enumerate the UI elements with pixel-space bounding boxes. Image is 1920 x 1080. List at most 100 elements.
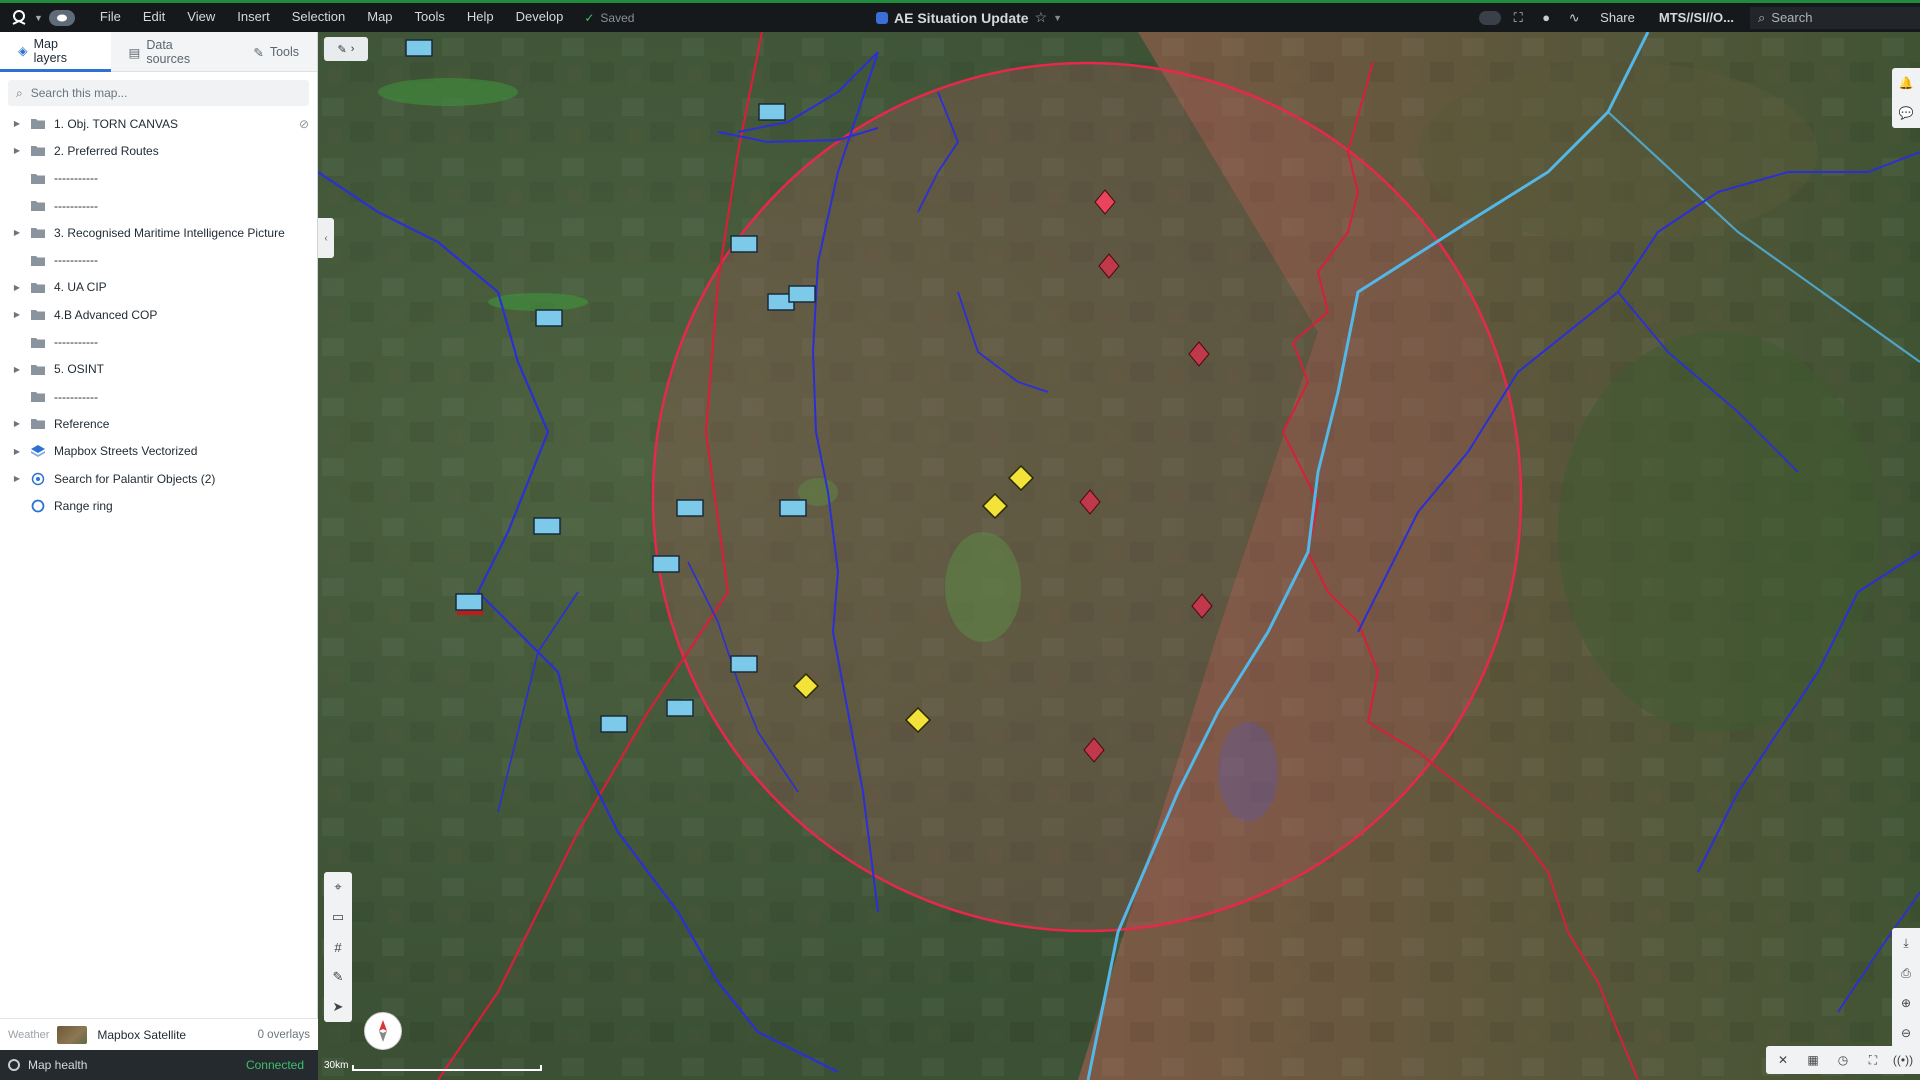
wrench-icon: ✎ — [253, 45, 264, 60]
classification-banner[interactable]: MTS//SI//O... — [1647, 10, 1746, 25]
selection-tool-button[interactable]: ✎ › — [324, 37, 368, 61]
comments-icon[interactable]: 💬 — [1892, 98, 1920, 128]
broadcast-icon[interactable]: ((•)) — [1890, 1048, 1916, 1072]
menu-selection[interactable]: Selection — [281, 2, 356, 34]
screenshot-icon[interactable]: ⛶ — [1504, 6, 1532, 30]
expand-chevron-icon[interactable]: ▶ — [10, 310, 24, 319]
export-icon[interactable]: ⤓ — [1892, 928, 1920, 958]
object-search-icon — [30, 472, 46, 486]
layer-item[interactable]: ----------- — [0, 246, 317, 273]
layer-item[interactable]: ▶ Reference — [0, 410, 317, 437]
layer-item[interactable]: ▶ 5. OSINT — [0, 356, 317, 383]
map-bottom-toolbar: ✕ ▦ ◷ ⛶ ((•)) — [1766, 1046, 1920, 1074]
fullscreen-icon[interactable]: ⛶ — [1860, 1048, 1886, 1072]
layer-label: 2. Preferred Routes — [54, 143, 159, 158]
zoom-out-icon[interactable]: ⊖ — [1892, 1018, 1920, 1048]
palantir-logo-icon[interactable] — [6, 5, 32, 31]
document-title[interactable]: AE Situation Update — [894, 10, 1029, 26]
map-imagery[interactable] — [318, 32, 1920, 1080]
star-icon[interactable]: ☆ — [1035, 9, 1048, 26]
menu-tools[interactable]: Tools — [404, 2, 456, 34]
folder-icon — [30, 173, 46, 184]
clock-icon[interactable]: ◷ — [1830, 1048, 1856, 1072]
layer-item[interactable]: ▶ Mapbox Streets Vectorized — [0, 438, 317, 465]
map-health-bar[interactable]: Map health Connected — [0, 1050, 318, 1080]
scale-label: 30km — [324, 1060, 349, 1071]
health-icon — [8, 1059, 20, 1071]
zoom-in-icon[interactable]: ⊕ — [1892, 988, 1920, 1018]
expand-chevron-icon[interactable]: ▶ — [10, 228, 24, 237]
tab-map-layers-label: Map layers — [33, 36, 67, 65]
compass-icon[interactable] — [364, 1012, 402, 1050]
layer-item[interactable]: ▶ 1. Obj. TORN CANVAS ⊘ — [0, 110, 317, 137]
sidebar-tabs: ◈ Map layers ▤ Data sources ✎ Tools — [0, 32, 317, 72]
notifications-icon[interactable]: 🔔 — [1892, 68, 1920, 98]
expand-chevron-icon[interactable]: ▶ — [10, 146, 24, 155]
layer-label: Search for Palantir Objects (2) — [54, 471, 216, 486]
folder-icon — [30, 282, 46, 293]
layer-label: Reference — [54, 416, 110, 431]
menu-edit[interactable]: Edit — [132, 2, 176, 34]
info-icon[interactable]: ● — [1532, 6, 1560, 30]
send-icon[interactable]: ➤ — [324, 992, 352, 1022]
draw-icon[interactable]: ✎ — [324, 962, 352, 992]
app-type-icon[interactable] — [48, 9, 75, 26]
search-icon: ⌕ — [16, 85, 23, 100]
menu-view[interactable]: View — [176, 2, 226, 34]
menu-develop[interactable]: Develop — [505, 2, 575, 34]
layer-item[interactable]: ▶ 4.B Advanced COP — [0, 301, 317, 328]
grid-icon[interactable]: # — [324, 932, 352, 962]
layer-item[interactable]: Range ring — [0, 492, 317, 519]
right-toolbar-top: 🔔 💬 — [1892, 68, 1920, 128]
layer-item[interactable]: ----------- — [0, 383, 317, 410]
overlays-count[interactable]: 0 overlays — [258, 1029, 310, 1041]
basemap-thumbnail[interactable] — [57, 1025, 88, 1044]
global-search-placeholder: Search — [1771, 10, 1813, 25]
app-switcher-chevron-icon[interactable]: ▼ — [34, 13, 43, 23]
measure-icon[interactable]: ✕ — [1770, 1048, 1796, 1072]
map-canvas[interactable]: 🔔 💬 ⤓ ⎙ ⊕ ⊖ — [318, 32, 1920, 1080]
tab-tools-label: Tools — [269, 45, 299, 59]
layer-item[interactable]: ▶ 4. UA CIP — [0, 274, 317, 301]
save-status: ✓ Saved — [584, 11, 634, 25]
tab-map-layers[interactable]: ◈ Map layers — [0, 32, 111, 72]
expand-chevron-icon[interactable]: ▶ — [10, 365, 24, 374]
layer-search-input[interactable]: ⌕ Search this map... — [8, 80, 309, 106]
layer-item[interactable]: ▶ 3. Recognised Maritime Intelligence Pic… — [0, 219, 317, 246]
layer-item[interactable]: ----------- — [0, 192, 317, 219]
folder-icon — [30, 391, 46, 403]
layer-label: Range ring — [54, 498, 113, 513]
menu-map[interactable]: Map — [356, 2, 403, 34]
expand-chevron-icon[interactable]: ▶ — [10, 119, 24, 128]
menu-help[interactable]: Help — [456, 2, 505, 34]
expand-chevron-icon[interactable]: ▶ — [10, 283, 24, 292]
expand-chevron-icon[interactable]: ▶ — [10, 447, 24, 456]
toggle-icon[interactable] — [1476, 6, 1504, 30]
menu-insert[interactable]: Insert — [226, 2, 281, 34]
top-bar: ▼ File Edit View Insert Selection Map To… — [0, 0, 1920, 32]
folder-icon — [30, 145, 46, 157]
layer-item[interactable]: ▶ Search for Palantir Objects (2) — [0, 465, 317, 492]
expand-chevron-icon[interactable]: ▶ — [10, 419, 24, 428]
basemap-name[interactable]: Mapbox Satellite — [97, 1028, 186, 1042]
print-icon[interactable]: ⎙ — [1892, 958, 1920, 988]
expand-chevron-icon[interactable]: ▶ — [10, 474, 24, 483]
share-button[interactable]: Share — [1588, 10, 1647, 25]
layer-item[interactable]: ----------- — [0, 328, 317, 355]
tab-tools[interactable]: ✎ Tools — [235, 32, 317, 72]
layer-item[interactable]: ----------- — [0, 165, 317, 192]
weather-toggle[interactable]: Weather — [0, 1029, 57, 1041]
layer-item[interactable]: ▶ 2. Preferred Routes — [0, 137, 317, 164]
global-search-input[interactable]: ⌕ Search — [1750, 6, 1920, 29]
folder-icon — [30, 337, 46, 348]
pin-icon[interactable]: ⌖ — [324, 872, 352, 902]
box-select-icon[interactable]: ▭ — [324, 902, 352, 932]
tab-data-sources[interactable]: ▤ Data sources — [111, 32, 236, 72]
activity-icon[interactable]: ∿ — [1560, 6, 1588, 30]
title-chevron-icon[interactable]: ▼ — [1053, 13, 1062, 23]
collapse-sidebar-button[interactable]: ‹ — [318, 218, 334, 258]
menu-file[interactable]: File — [89, 2, 132, 34]
visibility-hidden-icon[interactable]: ⊘ — [299, 117, 309, 131]
layer-label: ----------- — [54, 253, 98, 268]
table-icon[interactable]: ▦ — [1800, 1048, 1826, 1072]
